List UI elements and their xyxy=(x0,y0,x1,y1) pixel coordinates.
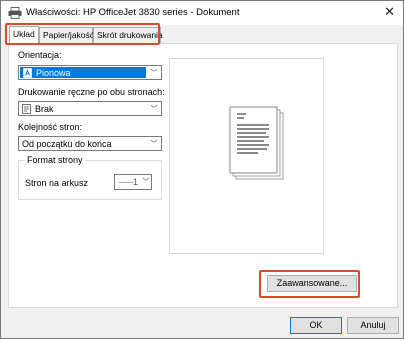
tab-print-shortcut[interactable]: Skrót drukowania xyxy=(93,27,163,43)
window-title: Właściwości: HP OfficeJet 3830 series - … xyxy=(26,7,240,18)
duplex-select[interactable]: Brak ﹀ xyxy=(18,101,162,116)
tab-paper-quality[interactable]: Papier/jakość xyxy=(39,27,94,43)
pages-per-sheet-value: 1 xyxy=(132,177,138,187)
orientation-select[interactable]: Pionowa ﹀ xyxy=(18,65,162,80)
close-icon[interactable]: ✕ xyxy=(384,4,395,20)
duplex-value: Brak xyxy=(35,103,54,114)
chevron-down-icon: ﹀ xyxy=(150,140,158,148)
page-order-label: Kolejność stron: xyxy=(18,122,83,132)
page-order-value: Od początku do końca xyxy=(22,138,112,149)
chevron-down-icon: ﹀ xyxy=(150,69,158,77)
cancel-button[interactable]: Anuluj xyxy=(347,317,399,334)
duplex-label: Drukowanie ręczne po obu stronach: xyxy=(18,87,165,97)
portrait-doc-icon xyxy=(23,67,32,78)
printer-icon xyxy=(8,7,22,19)
pages-per-sheet-label: Stron na arkusz xyxy=(25,178,89,188)
duplex-doc-icon xyxy=(22,103,31,114)
advanced-button[interactable]: Zaawansowane... xyxy=(267,275,357,292)
layout-tab-panel: Orientacja: Pionowa ﹀ Drukowanie ręczne … xyxy=(8,43,398,308)
page-format-group: Format strony Stron na arkusz 1 ﹀ xyxy=(18,155,162,200)
ok-button[interactable]: OK xyxy=(290,317,342,334)
orientation-value: Pionowa xyxy=(36,67,71,78)
document-preview-image xyxy=(229,106,284,180)
page-order-select[interactable]: Od początku do końca ﹀ xyxy=(18,136,162,151)
tab-layout[interactable]: Układ xyxy=(9,26,39,44)
page-format-legend: Format strony xyxy=(25,155,85,165)
chevron-down-icon: ﹀ xyxy=(142,179,150,186)
orientation-label: Orientacja: xyxy=(18,50,62,60)
pages-per-sheet-select[interactable]: 1 ﹀ xyxy=(114,174,152,190)
properties-dialog: Właściwości: HP OfficeJet 3830 series - … xyxy=(0,0,404,339)
page-preview xyxy=(169,58,324,254)
chevron-down-icon: ﹀ xyxy=(150,105,158,113)
title-bar: Właściwości: HP OfficeJet 3830 series - … xyxy=(1,1,403,25)
tab-strip: Układ Papier/jakość Skrót drukowania xyxy=(9,26,163,44)
